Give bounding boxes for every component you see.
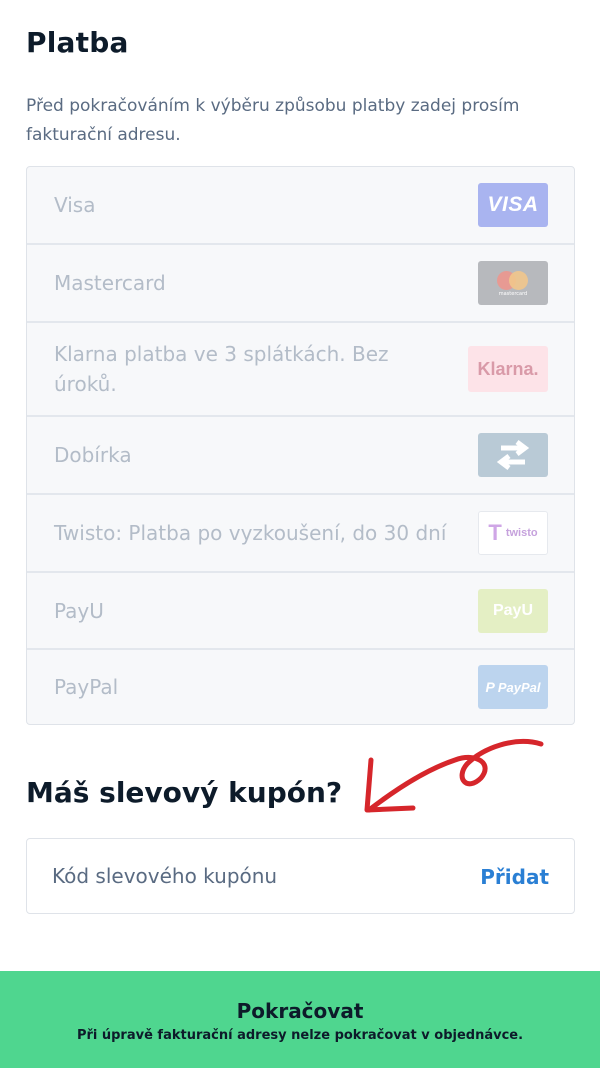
coupon-heading: Máš slevový kupón? — [26, 776, 343, 809]
payment-method-label: Dobírka — [54, 443, 132, 467]
visa-logo-icon: VISA — [478, 183, 548, 227]
exchange-arrows-icon — [478, 433, 548, 477]
continue-disabled-note: Při úpravě fakturační adresy nelze pokra… — [76, 1028, 524, 1043]
payment-method-label: Klarna platba ve 3 splátkách. Bez úroků. — [54, 342, 389, 396]
mastercard-logo-icon: mastercard — [478, 261, 548, 305]
twisto-logo-text: twisto — [505, 527, 538, 539]
page-title: Platba — [26, 26, 129, 59]
payment-method-label: Visa — [54, 193, 96, 217]
payu-logo-text: PayU — [492, 601, 534, 619]
paypal-logo-text: PayPal — [497, 679, 541, 695]
klarna-logo-icon: Klarna. — [468, 346, 548, 392]
payment-method-payu[interactable]: PayU PayU — [27, 571, 574, 648]
paypal-logo-icon: P PayPal — [478, 665, 548, 709]
payment-method-label: PayU — [54, 598, 104, 623]
billing-address-notice: Před pokračováním k výběru způsobu platb… — [26, 96, 520, 145]
coupon-code-input[interactable] — [27, 839, 447, 913]
payu-logo-icon: PayU — [478, 588, 548, 633]
payment-method-visa[interactable]: Visa VISA — [27, 167, 574, 243]
red-curved-arrow-icon — [364, 738, 544, 813]
twisto-logo-icon: T twisto — [478, 511, 548, 555]
payment-method-twisto[interactable]: Twisto: Platba po vyzkoušení, do 30 dní … — [27, 493, 574, 571]
continue-button[interactable]: Pokračovat Při úpravě fakturační adresy … — [0, 971, 600, 1068]
payment-method-label: Mastercard — [54, 271, 166, 295]
payment-method-label: Twisto: Platba po vyzkoušení, do 30 dní — [54, 521, 447, 545]
payment-method-klarna[interactable]: Klarna platba ve 3 splátkách. Bez úroků.… — [27, 321, 574, 415]
payment-method-paypal[interactable]: PayPal P PayPal — [27, 648, 574, 724]
payment-method-mastercard[interactable]: Mastercard mastercard — [27, 243, 574, 321]
klarna-logo-text: Klarna. — [477, 358, 539, 379]
payment-methods-list: Visa VISA Mastercard mastercard Klarna p… — [26, 166, 575, 725]
payment-method-dobirka[interactable]: Dobírka — [27, 415, 574, 493]
continue-button-label: Pokračovat — [236, 999, 364, 1023]
coupon-form: Přidat — [26, 838, 575, 914]
add-coupon-button[interactable]: Přidat — [480, 865, 549, 889]
visa-logo-text: VISA — [487, 193, 539, 216]
payment-method-label: PayPal — [54, 675, 119, 699]
